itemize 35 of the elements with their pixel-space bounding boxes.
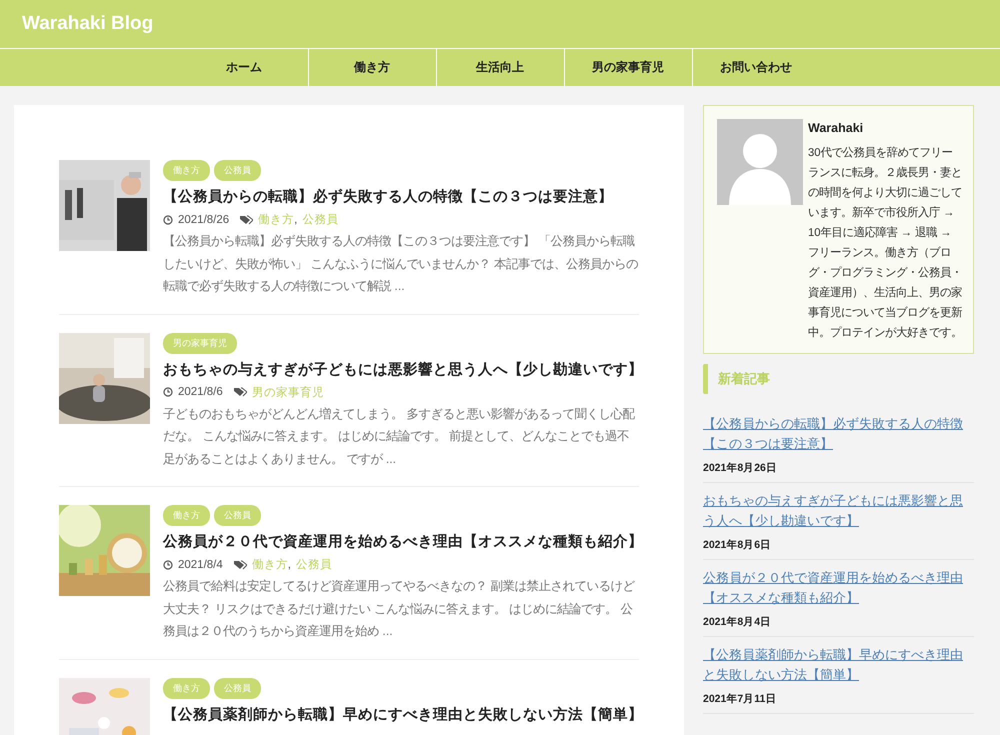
post-date: 2021/8/6 — [178, 386, 223, 398]
recent-post-date: 2021年8月26日 — [703, 461, 778, 475]
post-excerpt: 【公務員から転職】必ず失敗する人の特徴【この３つは要注意です】 「公務員から転職したいけど、失敗が怖い」 こんなふうに悩んでいませんか？ 本記事では、公務員からの転職で必ず失敗する人の特徴について解説 ... — [163, 233, 639, 295]
avatar-icon — [717, 119, 803, 205]
clock-icon — [163, 387, 173, 397]
nav-item[interactable]: 生活向上 — [436, 49, 564, 86]
clock-icon — [163, 214, 173, 224]
nav-item[interactable]: お問い合わせ — [692, 49, 820, 86]
post-date: 2021/8/26 — [178, 214, 230, 226]
clock-icon — [163, 560, 173, 570]
recent-post-link[interactable]: 【公務員からの転職】必ず失敗する人の特徴【この３つは要注意】 — [703, 414, 974, 454]
nav-item[interactable]: ホーム — [180, 49, 308, 86]
tags-icon — [240, 214, 254, 224]
recent-post-link[interactable]: 【公務員薬剤師から転職】早めにすべき理由と失敗しない方法【簡単】 — [703, 645, 974, 685]
post-date: 2021/8/4 — [178, 558, 223, 570]
post-title[interactable]: 公務員が２０代で資産運用を始めるべき理由【オススメな種類も紹介】 — [163, 532, 639, 551]
post-title[interactable]: 【公務員薬剤師から転職】早めにすべき理由と失敗しない方法【簡単】 — [163, 704, 639, 724]
recent-post-date: 2021年7月11日 — [703, 692, 778, 706]
section-heading: 新着記事 — [703, 364, 974, 394]
author-name: Warahaki — [808, 121, 864, 135]
nav-item[interactable]: 働き方 — [308, 49, 436, 86]
post-title[interactable]: 【公務員からの転職】必ず失敗する人の特徴【この３つは要注意】 — [163, 187, 639, 206]
separator-comma: , — [294, 214, 298, 226]
post-excerpt: 子どものおもちゃがどんどん増えてしまう。 多すぎると悪い影響があるって聞くし心配だな。 こんな悩みに答えます。 はじめに結論です。 前提として、どんなことでも過不足があることはよくありません。 ですが ... — [163, 406, 636, 468]
recent-post-date: 2021年8月4日 — [703, 615, 772, 629]
separator-comma: , — [288, 558, 291, 570]
post-title[interactable]: おもちゃの与えすぎが子どもには悪影響と思う人へ【少し勘違いです】 — [163, 360, 639, 378]
tags-icon — [234, 387, 247, 397]
recent-post-link[interactable]: おもちゃの与えすぎが子どもには悪影響と思う人へ【少し勘違いです】 — [703, 491, 974, 531]
recent-post-link[interactable]: 公務員が２０代で資産運用を始めるべき理由【オススメな種類も紹介】 — [703, 568, 974, 608]
tags-icon — [234, 560, 247, 570]
recent-post-date: 2021年8月6日 — [703, 538, 772, 552]
author-bio: 30代で公務員を辞めてフリーランスに転身。２歳長男・妻との時間を何より大切に過ごしています。新卒で市役所入庁 → 10年目に適応障害 → 退職 → フリーランス。働き方（ブログ・プログラミング・公務員・資産運用）、生活向上、男の家事育児について当ブログを更新中。プロテインが大好きです。 — [808, 146, 963, 341]
post-excerpt: 公務員で給料は安定してるけど資産運用ってやるべきなの？ 副業は禁止されているけど大丈夫？ リスクはできるだけ避けたい こんな悩みに答えます。 はじめに結論です。 公務員は２０代のうちから資産運用を始め ... — [163, 578, 636, 640]
nav-item[interactable]: 男の家事育児 — [564, 49, 692, 86]
